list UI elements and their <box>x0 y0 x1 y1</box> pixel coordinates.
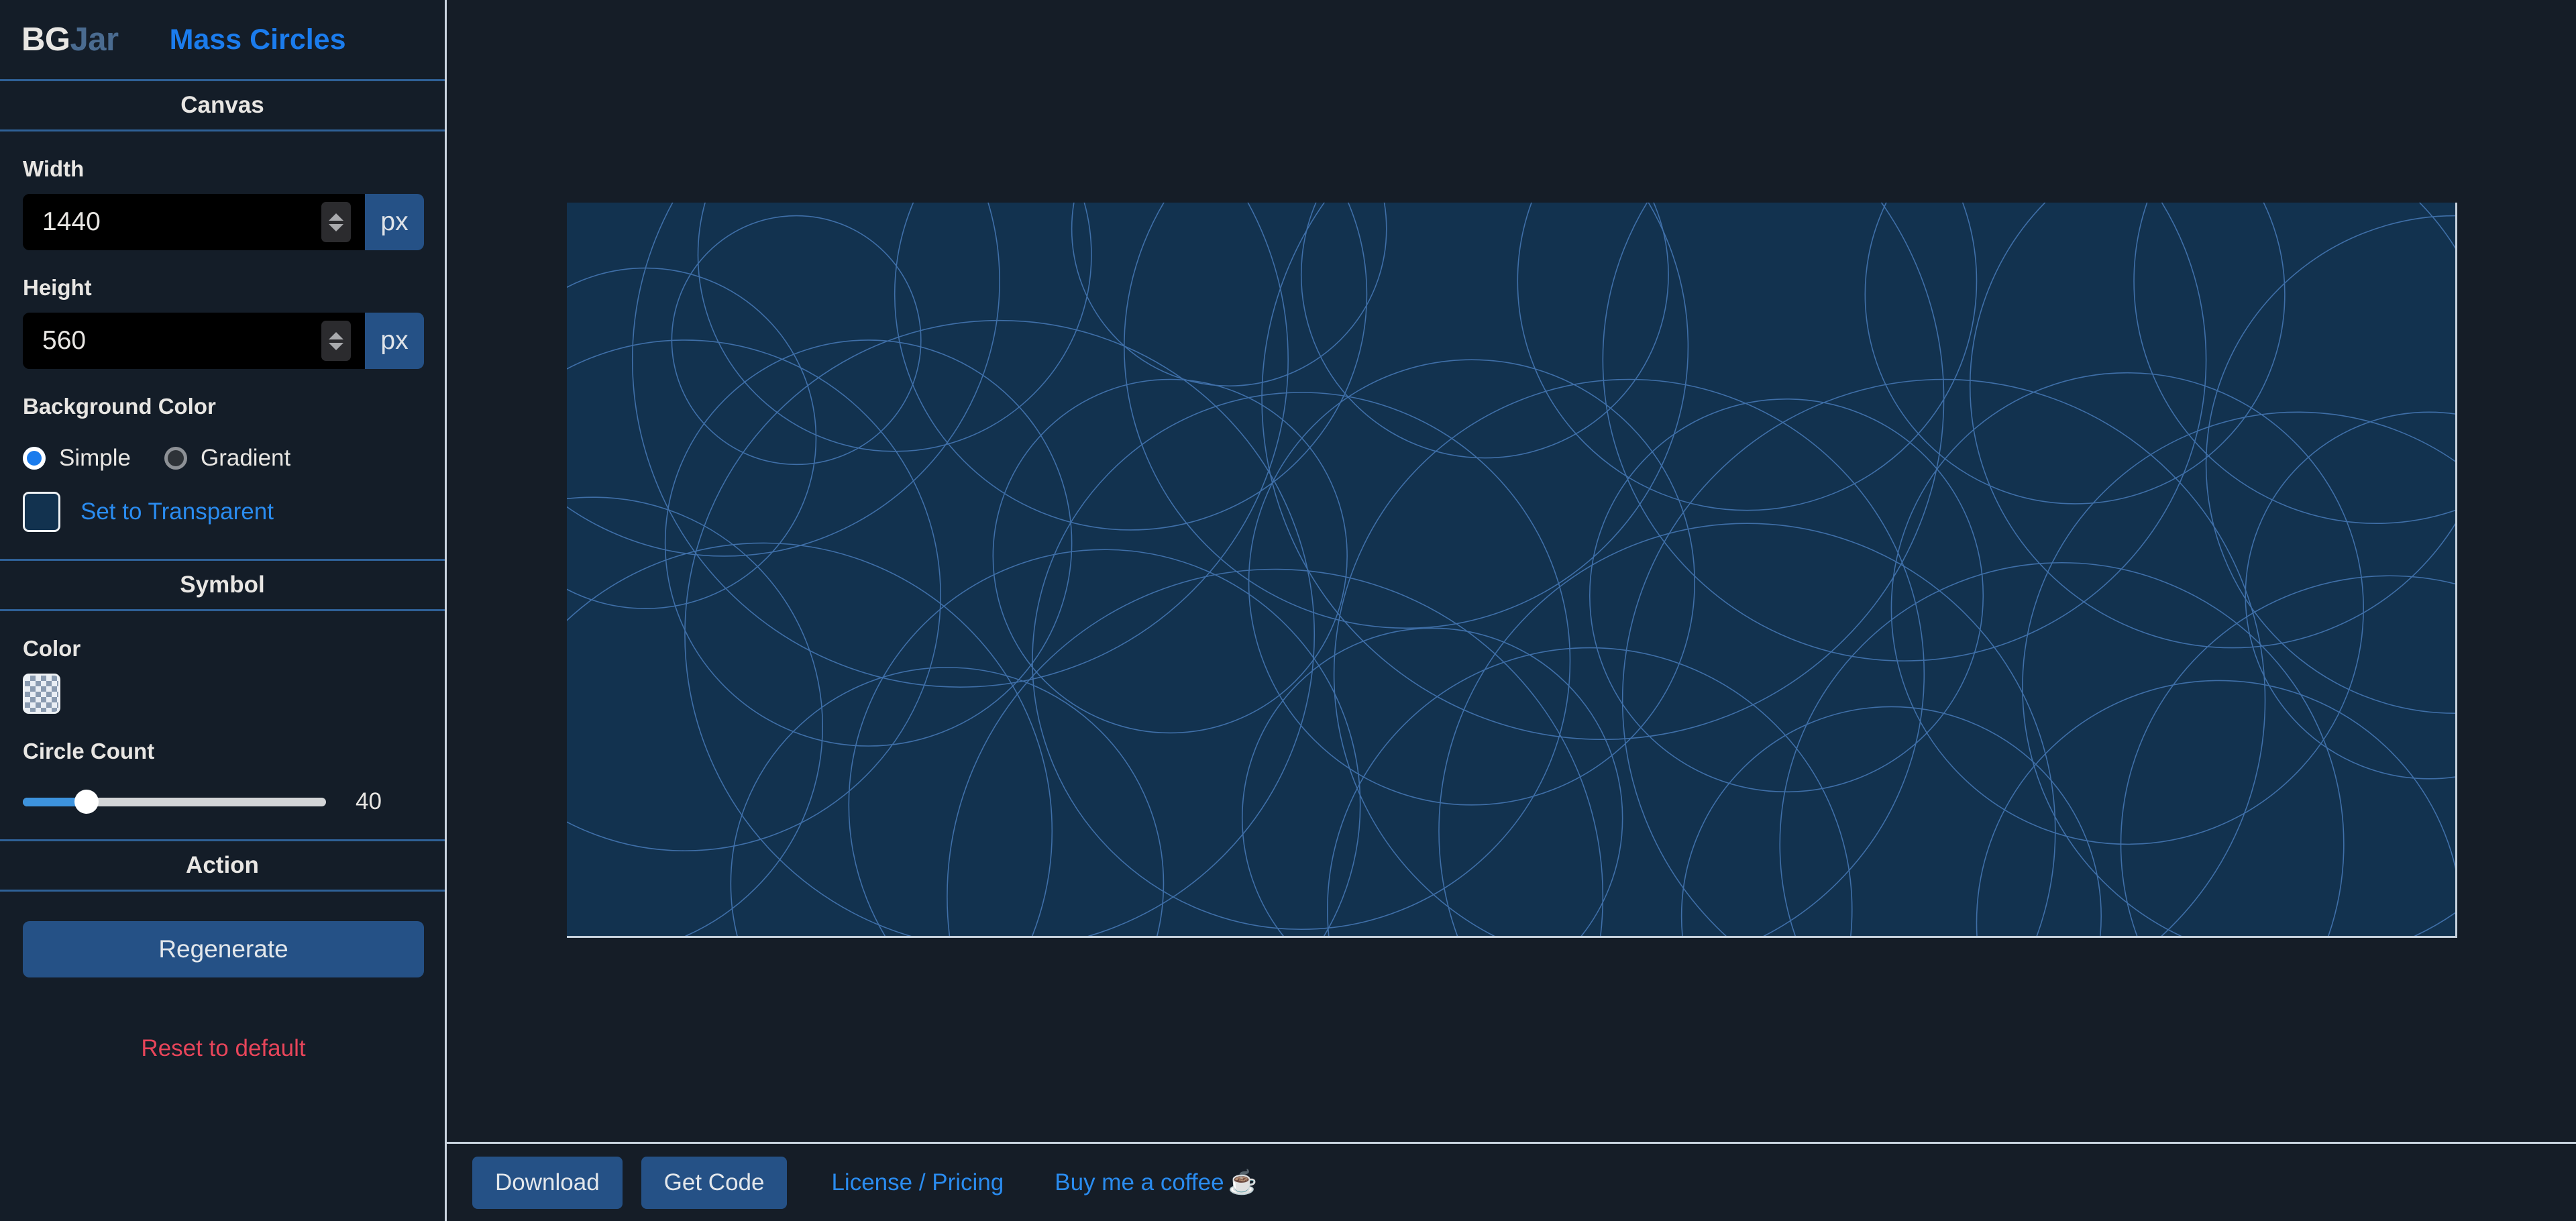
background-color-swatch[interactable] <box>23 492 60 532</box>
page-title: Mass Circles <box>169 23 346 56</box>
sidebar: BGJar Mass Circles Canvas Width 1440 px … <box>0 0 447 1221</box>
action-panel: Regenerate Reset to default <box>0 892 445 1062</box>
width-stepper[interactable] <box>321 202 351 242</box>
chevron-up-icon[interactable] <box>329 213 343 221</box>
background-color-label: Background Color <box>23 394 216 419</box>
background-color-row: Set to Transparent <box>23 492 422 532</box>
coffee-cup-icon: ☕ <box>1228 1169 1258 1196</box>
chevron-up-icon[interactable] <box>329 331 343 339</box>
circle-count-value: 40 <box>356 788 382 814</box>
main-area: Download Get Code License / Pricing Buy … <box>447 0 2576 1221</box>
circle-count-row: 40 <box>23 788 422 815</box>
radio-gradient-label: Gradient <box>200 445 291 471</box>
symbol-color-row <box>23 674 422 714</box>
section-header-symbol-label: Symbol <box>180 572 265 598</box>
height-stepper[interactable] <box>321 321 351 361</box>
radio-gradient[interactable] <box>164 447 187 470</box>
slider-thumb[interactable] <box>74 790 99 814</box>
mass-circles-artwork <box>567 203 2455 936</box>
symbol-color-label: Color <box>23 636 81 661</box>
circle-count-slider[interactable] <box>23 790 326 814</box>
section-header-canvas: Canvas <box>0 79 445 131</box>
width-input[interactable]: 1440 <box>23 194 365 250</box>
buy-me-a-coffee-link[interactable]: Buy me a coffee ☕ <box>1055 1169 1257 1196</box>
download-button[interactable]: Download <box>472 1156 623 1209</box>
preview-stage <box>447 0 2576 1142</box>
section-header-action: Action <box>0 839 445 892</box>
regenerate-button[interactable]: Regenerate <box>23 921 424 977</box>
brand-bar: BGJar Mass Circles <box>0 0 445 79</box>
symbol-panel: Color Circle Count 40 <box>0 611 445 839</box>
height-unit-button[interactable]: px <box>365 313 424 369</box>
height-field-row: 560 px <box>23 313 424 369</box>
get-code-button[interactable]: Get Code <box>641 1156 788 1209</box>
width-unit-button[interactable]: px <box>365 194 424 250</box>
app-logo[interactable]: BGJar <box>21 21 119 58</box>
app-root: BGJar Mass Circles Canvas Width 1440 px … <box>0 0 2576 1221</box>
set-transparent-link[interactable]: Set to Transparent <box>80 498 274 525</box>
circle-count-label: Circle Count <box>23 739 155 763</box>
section-header-canvas-label: Canvas <box>180 92 264 118</box>
height-input-value: 560 <box>42 326 87 355</box>
chevron-down-icon[interactable] <box>329 223 343 231</box>
section-header-action-label: Action <box>186 852 259 878</box>
radio-simple-label: Simple <box>59 445 131 471</box>
section-header-symbol: Symbol <box>0 559 445 611</box>
chevron-down-icon[interactable] <box>329 342 343 350</box>
canvas-panel: Width 1440 px Height 560 px Background C… <box>0 131 445 532</box>
logo-bg-text: BG <box>21 21 70 58</box>
symbol-color-swatch[interactable] <box>23 674 60 714</box>
width-label: Width <box>23 156 85 181</box>
radio-simple[interactable] <box>23 447 46 470</box>
height-label: Height <box>23 275 92 300</box>
width-input-value: 1440 <box>42 207 101 236</box>
buy-me-a-coffee-label: Buy me a coffee <box>1055 1169 1224 1196</box>
height-input[interactable]: 560 <box>23 313 365 369</box>
logo-jar-text: Jar <box>70 21 119 58</box>
canvas-preview[interactable] <box>567 203 2457 938</box>
footer-toolbar: Download Get Code License / Pricing Buy … <box>447 1142 2576 1221</box>
license-pricing-link[interactable]: License / Pricing <box>831 1169 1004 1196</box>
background-mode-radio-group: Simple Gradient <box>23 445 422 472</box>
reset-to-default-link[interactable]: Reset to default <box>23 1035 424 1062</box>
width-field-row: 1440 px <box>23 194 424 250</box>
